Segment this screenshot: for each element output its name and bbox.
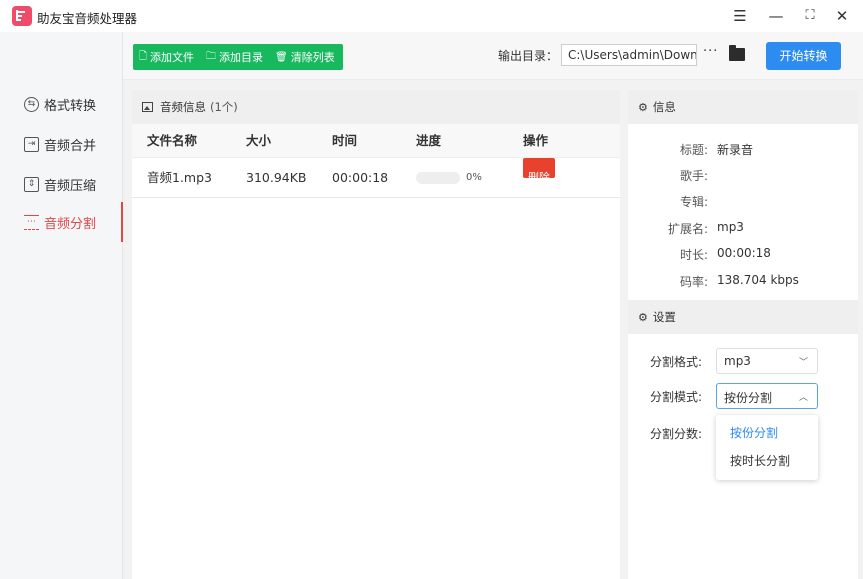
settings-title: 设置 [652, 310, 676, 324]
split-format-label: 分割格式: [650, 355, 703, 369]
split-mode-dropdown: 按份分割 按时长分割 [716, 415, 818, 480]
settings-header: ⚙ 设置 [628, 300, 858, 334]
chevron-down-icon: ﹀ [798, 358, 808, 368]
output-dir-input[interactable]: C:\Users\admin\Downlo [561, 44, 697, 66]
split-mode-select[interactable]: 按份分割 ︿ [716, 383, 818, 409]
format-convert-icon: ⇆ [24, 96, 39, 112]
file-panel: 音频信息 (1个) 文件名称 大小 时间 进度 操作 音频1.mp3 310.9… [132, 90, 620, 579]
progress-percent: 0% [466, 172, 482, 183]
info-title: 信息 [652, 100, 676, 114]
file-button-group: 🗋 添加文件 🗀 添加目录 🗑 清除列表 [133, 44, 343, 70]
info-row-duration: 时长: 00:00:18 [679, 246, 771, 262]
file-panel-title: 音频信息 [160, 100, 206, 114]
app-title: 助友宝音频处理器 [37, 11, 138, 26]
sidebar-item-audio-split[interactable]: ⋯ 音频分割 [0, 202, 123, 242]
sidebar-item-audio-merge[interactable]: ⇥ 音频合并 [0, 124, 123, 164]
split-format-select[interactable]: mp3 ﹀ [716, 348, 818, 374]
table-header: 文件名称 大小 时间 进度 操作 [132, 124, 620, 158]
option-by-duration[interactable]: 按时长分割 [716, 447, 818, 475]
audio-compress-icon: ⇕ [24, 176, 39, 192]
file-size: 310.94KB [246, 170, 307, 185]
chevron-up-icon: ︿ [798, 393, 808, 403]
add-file-button[interactable]: 🗋 添加文件 [139, 49, 194, 66]
column-header-progress: 进度 [416, 133, 442, 148]
column-header-name: 文件名称 [147, 133, 198, 148]
image-icon [142, 102, 153, 112]
file-name: 音频1.mp3 [147, 170, 212, 185]
output-dir-label: 输出目录： [498, 49, 559, 63]
delete-button[interactable]: 删除 [523, 158, 555, 184]
column-header-time: 时间 [332, 133, 358, 148]
file-panel-header: 音频信息 (1个) [132, 90, 620, 124]
progress-bar [416, 172, 460, 184]
start-convert-button[interactable]: 开始转换 [766, 42, 841, 70]
folder-outline-icon: 🗀 [206, 50, 217, 62]
option-by-parts[interactable]: 按份分割 [716, 419, 818, 447]
sidebar-item-label: 格式转换 [44, 98, 97, 114]
trash-icon: 🗑 [275, 51, 288, 63]
sidebar-item-audio-compress[interactable]: ⇕ 音频压缩 [0, 164, 123, 204]
audio-split-icon: ⋯ [24, 214, 39, 230]
add-folder-button[interactable]: 🗀 添加目录 [206, 49, 263, 66]
sidebar-item-label: 音频分割 [44, 216, 97, 232]
close-icon[interactable]: ✕ [830, 4, 854, 28]
info-settings-panel: ⚙ 信息 标题: 新录音 歌手: 专辑: 扩展名: mp3 时长: 00:00:… [628, 90, 858, 579]
sidebar-item-label: 音频压缩 [44, 178, 97, 194]
info-row-title: 标题: 新录音 [679, 143, 754, 157]
app-logo-icon [12, 6, 32, 26]
column-header-size: 大小 [246, 133, 272, 148]
column-header-action: 操作 [523, 133, 549, 148]
maximize-icon[interactable]: ⛶ [798, 4, 822, 28]
clear-list-button[interactable]: 🗑 清除列表 [275, 49, 335, 65]
gear-icon: ⚙ [638, 310, 648, 324]
audio-merge-icon: ⇥ [24, 136, 39, 152]
sidebar-item-label: 音频合并 [44, 138, 97, 154]
gear-icon: ⚙ [638, 100, 648, 114]
browse-more-button[interactable]: ··· [703, 44, 718, 59]
split-mode-label: 分割模式: [650, 390, 703, 404]
split-count-label: 分割分数: [650, 427, 703, 441]
sidebar: ⇆ 格式转换 ⇥ 音频合并 ⇕ 音频压缩 ⋯ 音频分割 [0, 32, 123, 579]
toolbar: 🗋 添加文件 🗀 添加目录 🗑 清除列表 输出目录： C:\Users\admin\D… [123, 32, 863, 80]
title-bar: 助友宝音频处理器 ☰ — ⛶ ✕ [0, 0, 863, 32]
table-row[interactable]: 音频1.mp3 310.94KB 00:00:18 0% 删除 [132, 158, 620, 198]
sidebar-item-format-convert[interactable]: ⇆ 格式转换 [0, 84, 123, 124]
file-icon: 🗋 [139, 50, 148, 62]
info-row-bitrate: 码率: 138.704 kbps [679, 273, 799, 289]
info-row-extension: 扩展名: mp3 [667, 220, 744, 236]
file-duration: 00:00:18 [332, 170, 389, 185]
minimize-icon[interactable]: — [764, 4, 788, 28]
info-row-album: 专辑: [679, 195, 708, 209]
info-header: ⚙ 信息 [628, 90, 858, 124]
menu-icon[interactable]: ☰ [728, 4, 752, 28]
file-count: (1个) [210, 100, 238, 114]
open-folder-icon[interactable] [729, 45, 745, 61]
info-row-artist: 歌手: [679, 169, 708, 183]
